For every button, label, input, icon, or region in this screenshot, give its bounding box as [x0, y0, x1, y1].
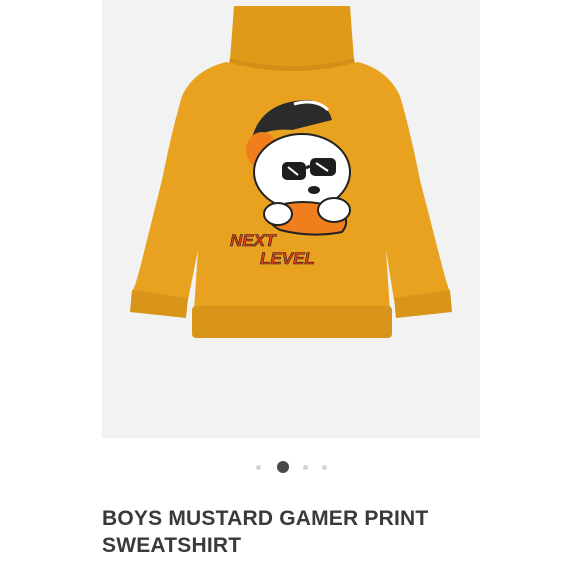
collar — [230, 6, 354, 67]
product-image[interactable]: NEXT LEVEL — [102, 0, 480, 438]
product-page: NEXT LEVEL BOYS MUSTARD GAMER PRINT SWEA… — [0, 0, 582, 582]
sweatshirt-photo: NEXT LEVEL — [130, 6, 452, 338]
gallery-pagination — [0, 458, 582, 476]
print-text-line1: NEXT — [230, 231, 277, 250]
print-text-line2: LEVEL — [260, 249, 315, 268]
gallery-dot-1[interactable] — [255, 464, 261, 470]
product-title-line1: BOYS MUSTARD GAMER PRINT — [102, 507, 429, 530]
hem — [192, 306, 392, 338]
gallery-dot-2-active[interactable] — [276, 461, 289, 473]
product-title-line2: SWEATSHIRT — [102, 534, 242, 557]
gallery-dot-3[interactable] — [302, 464, 308, 470]
gallery-dot-4[interactable] — [321, 464, 327, 470]
product-title: BOYS MUSTARD GAMER PRINT SWEATSHIRT — [102, 505, 502, 559]
